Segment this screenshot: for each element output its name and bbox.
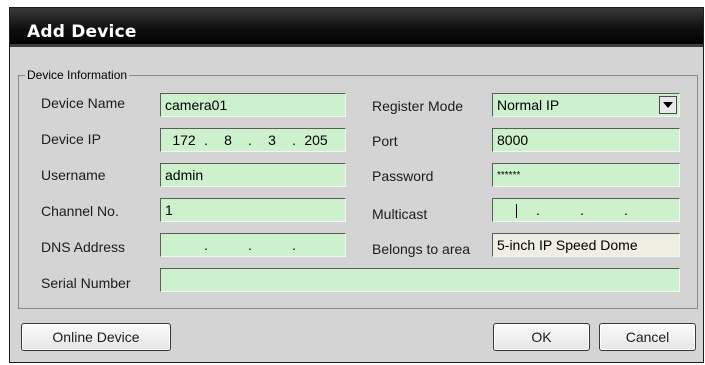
ok-button[interactable]: OK [493,323,590,351]
dns-address-field[interactable]: . . . [160,233,346,257]
belongs-to-area-field: 5-inch IP Speed Dome [492,233,680,257]
title-bar-divider [10,44,703,47]
device-ip-octet-1: 172 [172,132,196,148]
device-name-field[interactable]: camera01 [160,93,346,117]
port-label: Port [372,133,398,149]
port-value: 8000 [497,132,529,148]
device-ip-octet-4: 205 [304,132,328,148]
dns-address-label: DNS Address [41,239,126,255]
multicast-label: Multicast [372,206,428,222]
serial-number-field[interactable] [160,268,680,292]
device-ip-octet-2: 8 [224,132,232,148]
channel-no-value: 1 [165,202,173,218]
channel-no-field[interactable]: 1 [160,198,346,222]
register-mode-value: Normal IP [497,97,560,113]
device-ip-field[interactable]: 172 . 8 . 3 . 205 [160,128,346,152]
group-legend: Device Information [27,68,128,82]
multicast-field[interactable]: . . . [492,198,680,222]
device-name-label: Device Name [41,95,126,111]
password-field[interactable]: ****** [492,163,680,187]
port-field[interactable]: 8000 [492,128,680,152]
register-mode-label: Register Mode [372,98,464,114]
device-ip-label: Device IP [41,131,101,147]
online-device-button[interactable]: Online Device [21,323,171,351]
title-bar[interactable]: Add Device [10,8,703,47]
password-label: Password [372,168,434,184]
register-mode-select[interactable]: Normal IP [492,93,680,117]
text-cursor [515,204,517,219]
serial-number-label: Serial Number [41,275,131,291]
channel-no-label: Channel No. [41,203,119,219]
add-device-dialog: Add Device Device Information Device Nam… [9,7,704,363]
cancel-button[interactable]: Cancel [599,323,696,351]
device-name-value: camera01 [165,97,228,113]
username-value: admin [165,167,204,183]
multicast-octet-1 [499,202,533,219]
belongs-to-area-label: Belongs to area [372,241,471,257]
device-ip-octet-3: 3 [268,132,276,148]
password-value: ****** [497,170,521,181]
dialog-title: Add Device [27,22,137,42]
chevron-down-icon[interactable] [659,96,677,114]
username-field[interactable]: admin [160,163,346,187]
belongs-to-area-value: 5-inch IP Speed Dome [497,237,638,253]
username-label: Username [41,167,106,183]
